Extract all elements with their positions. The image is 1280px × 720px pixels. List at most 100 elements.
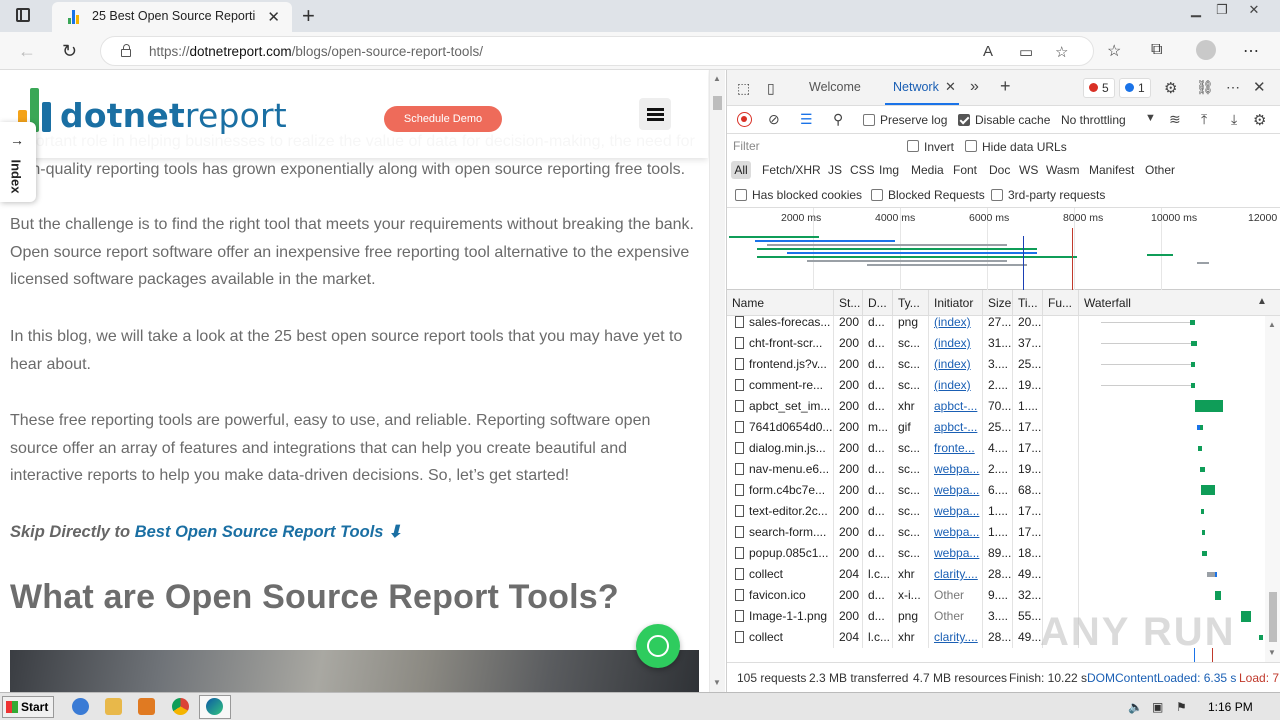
table-row[interactable]: comment-re... 200 d... sc... (index) 2.... 19.… bbox=[727, 375, 1265, 396]
collections-icon[interactable]: ⧉ bbox=[1151, 41, 1162, 59]
scroll-down-icon[interactable]: ▼ bbox=[713, 678, 721, 687]
disable-cache-checkbox[interactable] bbox=[958, 114, 970, 126]
col-size[interactable]: Size bbox=[983, 290, 1013, 316]
start-button[interactable]: Start bbox=[2, 696, 54, 718]
col-domain[interactable]: D... bbox=[863, 290, 893, 316]
errors-badge[interactable]: 5 bbox=[1083, 78, 1115, 98]
table-row[interactable]: sales-forecas... 200 d... png (index) 27... 20… bbox=[727, 316, 1265, 333]
logo[interactable]: dotnetreport bbox=[60, 96, 287, 135]
sort-ascending-icon[interactable]: ▲ bbox=[1257, 296, 1267, 307]
inspect-icon[interactable]: ⬚ bbox=[737, 80, 750, 97]
menu-icon[interactable] bbox=[639, 98, 671, 130]
page-scrollbar[interactable]: ▲ ▼ bbox=[709, 70, 725, 692]
table-row[interactable]: frontend.js?v... 200 d... sc... (index) 3....… bbox=[727, 354, 1265, 375]
chrome-icon[interactable] bbox=[172, 698, 189, 715]
close-devtools-icon[interactable]: ✕ bbox=[1253, 78, 1266, 96]
export-icon[interactable]: ⤓ bbox=[1231, 111, 1237, 128]
favorites-icon[interactable]: ☆ bbox=[1107, 41, 1121, 61]
cell-initiator[interactable]: (index) bbox=[929, 375, 983, 396]
blocked-requests-checkbox[interactable] bbox=[871, 189, 883, 201]
hide-data-urls-checkbox[interactable] bbox=[965, 140, 977, 152]
cell-initiator[interactable]: (index) bbox=[929, 333, 983, 354]
type-filter-wasm[interactable]: Wasm bbox=[1046, 163, 1080, 177]
import-icon[interactable]: ⤒ bbox=[1201, 111, 1207, 128]
cell-initiator[interactable]: webpa... bbox=[929, 543, 983, 564]
cell-initiator[interactable]: clarity.... bbox=[929, 627, 983, 648]
type-filter-manifest[interactable]: Manifest bbox=[1089, 163, 1134, 177]
table-row[interactable]: apbct_set_im... 200 d... xhr apbct-... 70... 1… bbox=[727, 396, 1265, 417]
tab-network[interactable]: Network bbox=[893, 80, 939, 94]
cell-initiator[interactable]: fronte... bbox=[929, 438, 983, 459]
filter-input[interactable]: Filter bbox=[733, 139, 760, 153]
browser-tab[interactable]: 25 Best Open Source Reporting ✕ bbox=[52, 2, 292, 32]
folder-icon[interactable] bbox=[105, 698, 122, 715]
table-row[interactable]: cht-front-scr... 200 d... sc... (index) 31...… bbox=[727, 333, 1265, 354]
add-favorite-icon[interactable]: ☆ bbox=[1055, 43, 1068, 61]
cell-initiator[interactable]: webpa... bbox=[929, 459, 983, 480]
table-row[interactable]: form.c4bc7e... 200 d... sc... webpa... 6.... 6… bbox=[727, 480, 1265, 501]
table-row[interactable]: popup.085c1... 200 d... sc... webpa... 89... 1… bbox=[727, 543, 1265, 564]
type-filter-doc[interactable]: Doc bbox=[989, 163, 1010, 177]
type-filter-css[interactable]: CSS bbox=[850, 163, 875, 177]
more-options-icon[interactable]: ⋯ bbox=[1226, 79, 1240, 96]
close-icon[interactable]: ✕ bbox=[267, 8, 280, 26]
table-row[interactable]: 7641d0654d0... 200 m... gif apbct-... 25... 17… bbox=[727, 417, 1265, 438]
type-filter-other[interactable]: Other bbox=[1145, 163, 1175, 177]
close-tab-icon[interactable]: ✕ bbox=[945, 79, 956, 95]
cell-initiator[interactable]: webpa... bbox=[929, 480, 983, 501]
type-filter-js[interactable]: JS bbox=[828, 163, 842, 177]
restore-icon[interactable]: ❐ bbox=[1212, 2, 1232, 17]
more-tabs-icon[interactable]: » bbox=[970, 78, 979, 96]
refresh-icon[interactable]: ↻ bbox=[62, 41, 77, 62]
network-settings-icon[interactable]: ⚙ bbox=[1253, 111, 1266, 129]
skip-link[interactable]: Best Open Source Report Tools ⬇ bbox=[135, 523, 402, 541]
index-toggle[interactable]: → Index bbox=[0, 122, 36, 202]
cell-initiator[interactable]: clarity.... bbox=[929, 564, 983, 585]
back-icon[interactable]: ← bbox=[18, 41, 36, 62]
ie-icon[interactable] bbox=[72, 698, 89, 715]
table-row[interactable]: favicon.ico 200 d... x-i... Other 9.... 32... bbox=[727, 585, 1265, 606]
chevron-down-icon[interactable]: ▼ bbox=[1145, 112, 1156, 124]
table-scrollbar[interactable]: ▲ ▼ bbox=[1265, 316, 1280, 662]
record-icon[interactable] bbox=[737, 112, 752, 127]
read-aloud-icon[interactable]: A bbox=[983, 43, 993, 60]
has-blocked-cookies-checkbox[interactable] bbox=[735, 189, 747, 201]
immersive-reader-icon[interactable]: ▭ bbox=[1019, 43, 1033, 61]
issues-badge[interactable]: 1 bbox=[1119, 78, 1151, 98]
cell-initiator[interactable]: webpa... bbox=[929, 501, 983, 522]
cell-initiator[interactable]: (index) bbox=[929, 316, 983, 333]
scroll-up-icon[interactable]: ▲ bbox=[713, 74, 721, 83]
url-field[interactable]: https://dotnetreport.com/blogs/open-sour… bbox=[100, 36, 1094, 66]
scroll-thumb[interactable] bbox=[1269, 592, 1277, 642]
type-filter-media[interactable]: Media bbox=[911, 163, 944, 177]
network-conditions-icon[interactable]: ≋ bbox=[1169, 111, 1181, 128]
minimize-icon[interactable]: ▁ bbox=[1186, 2, 1206, 17]
edge-taskbar-button[interactable] bbox=[199, 695, 231, 719]
type-filter-img[interactable]: Img bbox=[879, 163, 899, 177]
invert-checkbox[interactable] bbox=[907, 140, 919, 152]
table-row[interactable]: text-editor.2c... 200 d... sc... webpa... 1..… bbox=[727, 501, 1265, 522]
search-icon[interactable]: ⚲ bbox=[833, 111, 843, 128]
col-waterfall[interactable]: Waterfall bbox=[1079, 290, 1265, 316]
col-type[interactable]: Ty... bbox=[893, 290, 929, 316]
media-player-icon[interactable] bbox=[138, 698, 155, 715]
cell-initiator[interactable]: apbct-... bbox=[929, 417, 983, 438]
table-row[interactable]: search-form.... 200 d... sc... webpa... 1....… bbox=[727, 522, 1265, 543]
add-tab-icon[interactable]: + bbox=[1000, 76, 1011, 97]
avatar[interactable] bbox=[1196, 40, 1216, 60]
col-fulfilled[interactable]: Fu... bbox=[1043, 290, 1079, 316]
scroll-up-icon[interactable]: ▲ bbox=[1268, 320, 1276, 329]
clear-icon[interactable]: ⊘ bbox=[768, 111, 780, 128]
network-icon[interactable]: ▣ bbox=[1152, 700, 1163, 714]
tab-actions-icon[interactable] bbox=[16, 8, 30, 22]
type-filter-font[interactable]: Font bbox=[953, 163, 977, 177]
col-status[interactable]: St... bbox=[834, 290, 863, 316]
throttling-select[interactable]: No throttling bbox=[1061, 113, 1126, 127]
close-window-icon[interactable]: ✕ bbox=[1244, 2, 1264, 17]
scroll-thumb[interactable] bbox=[713, 96, 722, 110]
cell-initiator[interactable]: (index) bbox=[929, 354, 983, 375]
whatsapp-icon[interactable] bbox=[636, 624, 680, 668]
third-party-checkbox[interactable] bbox=[991, 189, 1003, 201]
volume-icon[interactable]: 🔈 bbox=[1128, 700, 1143, 714]
type-filter-ws[interactable]: WS bbox=[1019, 163, 1038, 177]
